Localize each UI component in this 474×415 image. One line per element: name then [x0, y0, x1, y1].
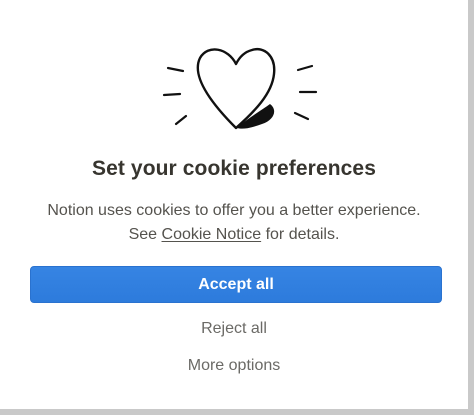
- cookie-preferences-dialog: Set your cookie preferences Notion uses …: [0, 0, 471, 412]
- accept-all-button[interactable]: Accept all: [30, 266, 442, 303]
- description-line-1: Notion uses cookies to offer you a bette…: [47, 202, 421, 219]
- hand-drawn-heart-icon: [162, 47, 318, 130]
- description-line-2: See Cookie Notice for details.: [0, 223, 468, 247]
- more-options-button[interactable]: More options: [0, 357, 468, 375]
- cookie-notice-link[interactable]: Cookie Notice: [162, 226, 262, 243]
- dialog-description: Notion uses cookies to offer you a bette…: [0, 199, 468, 247]
- description-suffix: for details.: [265, 226, 340, 243]
- dialog-title: Set your cookie preferences: [92, 157, 376, 180]
- reject-all-button[interactable]: Reject all: [0, 320, 468, 338]
- description-prefix: See: [128, 226, 158, 243]
